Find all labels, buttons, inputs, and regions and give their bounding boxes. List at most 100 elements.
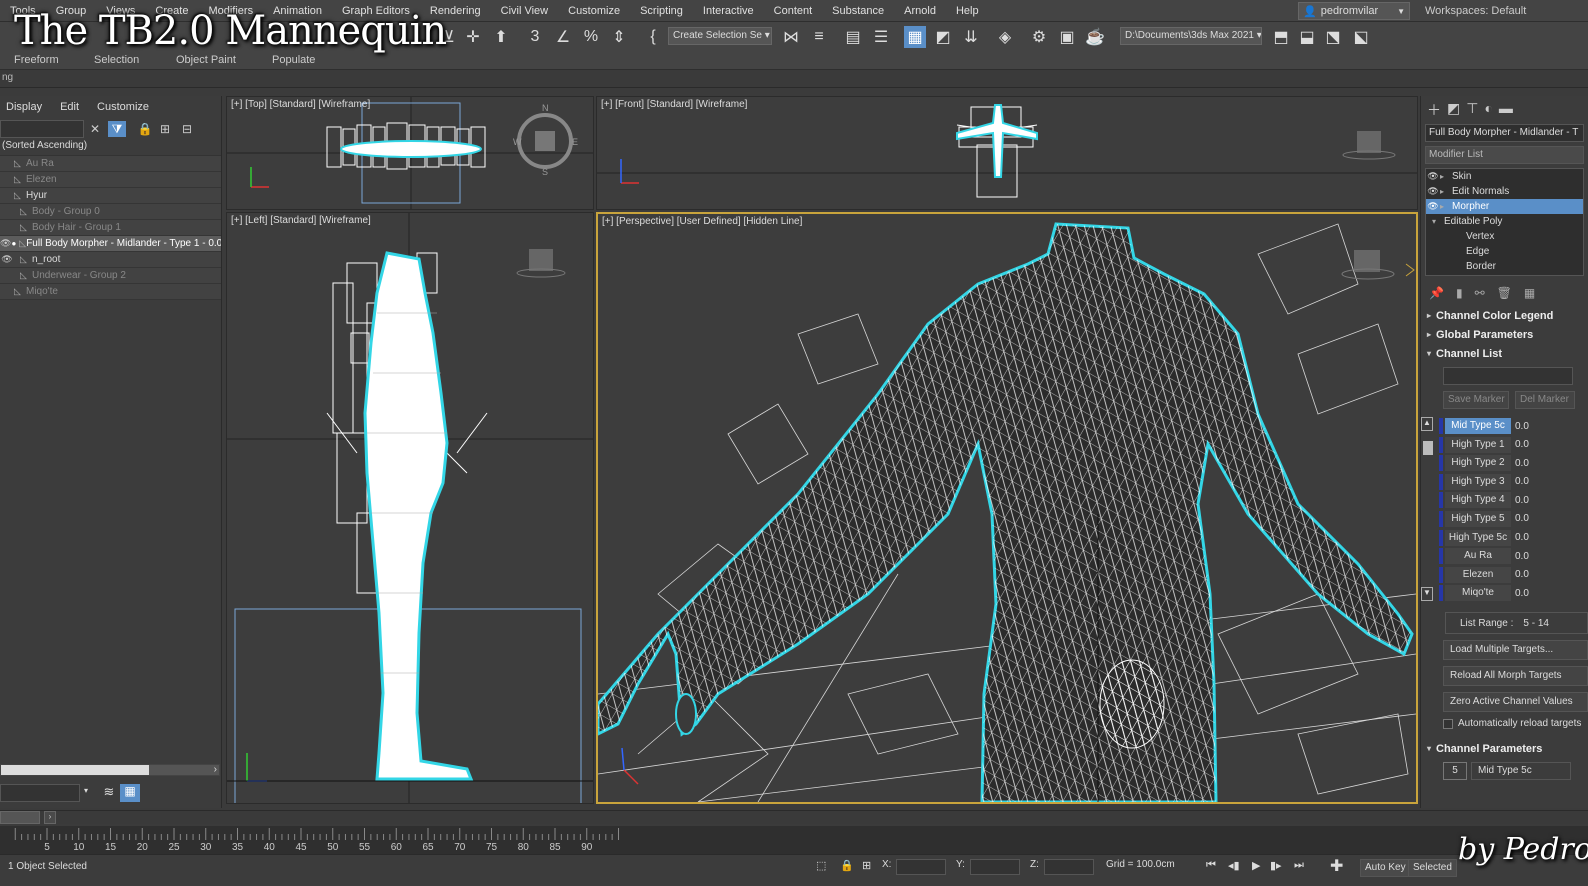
clear-search-icon[interactable]: ✕	[86, 121, 104, 137]
snaps-3d-icon[interactable]: 3	[524, 26, 546, 48]
render-production-icon[interactable]: ☕	[1084, 26, 1106, 48]
layer-explorer-icon[interactable]: ≋	[100, 784, 118, 802]
expand-icon[interactable]: ▸	[1440, 172, 1452, 181]
menu-interactive[interactable]: Interactive	[693, 5, 764, 17]
filter-icon[interactable]: ⧩	[108, 121, 126, 137]
morph-channel-value[interactable]: 0.0	[1513, 569, 1543, 580]
modifier-stack-item[interactable]: Border	[1426, 259, 1583, 274]
absolute-mode-icon[interactable]: ⊞	[862, 859, 871, 872]
morph-channel-row[interactable]: High Type 1 0.0	[1439, 436, 1588, 454]
morph-channel-value[interactable]: 0.0	[1513, 495, 1543, 506]
morph-channel-row[interactable]: Elezen 0.0	[1439, 566, 1588, 584]
selection-lock-icon[interactable]: 🔒	[840, 859, 854, 872]
motion-tab-icon[interactable]: ◐	[1484, 100, 1492, 118]
morph-channel-button[interactable]: High Type 5	[1445, 510, 1511, 527]
chevron-right-icon[interactable]: ›	[214, 764, 217, 775]
workspace-selector[interactable]: Workspaces: Default	[1425, 5, 1526, 17]
time-slider[interactable]: ›	[0, 810, 1588, 824]
morph-channel-row[interactable]: High Type 3 0.0	[1439, 473, 1588, 491]
modifier-visibility-icon[interactable]: 👁	[1426, 186, 1440, 197]
import-icon[interactable]: ⬔	[1322, 26, 1344, 48]
menu-rendering[interactable]: Rendering	[420, 5, 491, 17]
modifier-stack-item[interactable]: 👁 ▸ Morpher	[1426, 199, 1583, 214]
display-tab-icon[interactable]: ▬	[1499, 100, 1513, 118]
spinner-snap-icon[interactable]: ⇕	[608, 26, 630, 48]
morph-channel-row[interactable]: Au Ra 0.0	[1439, 547, 1588, 565]
material-editor-icon[interactable]: ◈	[994, 26, 1016, 48]
rollout-global-parameters[interactable]: ▸ Global Parameters	[1421, 325, 1588, 344]
chevron-right-icon[interactable]: ›	[44, 811, 56, 824]
modifier-stack-item[interactable]: 👁 ▸ Skin	[1426, 169, 1583, 184]
scrollbar-thumb[interactable]	[1, 765, 149, 775]
load-multiple-targets-button[interactable]: Load Multiple Targets...	[1443, 640, 1588, 661]
explorer-row[interactable]: ◺ Elezen	[0, 172, 221, 188]
morph-channel-button[interactable]: High Type 5c	[1445, 529, 1511, 546]
modifier-list-dropdown[interactable]: Modifier List	[1425, 146, 1584, 164]
channel-name-field[interactable]: Mid Type 5c	[1471, 762, 1571, 781]
morph-channel-value[interactable]: 0.0	[1513, 476, 1543, 487]
checkbox-box[interactable]	[1443, 718, 1453, 729]
viewport-front[interactable]: [+] [Front] [Standard] [Wireframe]	[596, 96, 1418, 210]
align-icon[interactable]: ≡	[808, 26, 830, 48]
auto-key-button[interactable]: Auto Key	[1360, 859, 1411, 877]
rollout-channel-parameters[interactable]: ▾ Channel Parameters	[1421, 739, 1588, 758]
edit-named-selection-icon[interactable]: {	[642, 26, 664, 48]
explorer-row[interactable]: ◺ Miqo'te	[0, 284, 221, 300]
menu-animation[interactable]: Animation	[263, 5, 332, 17]
trackbar[interactable]: 5 10 15 20 25 30 35 40 45 50 55 60 65 70 75 80 85 90	[0, 826, 1588, 854]
delete-marker-button[interactable]: Del Marker	[1515, 391, 1575, 409]
menu-content[interactable]: Content	[764, 5, 823, 17]
visibility-eye-icon[interactable]: 👁	[0, 238, 11, 249]
morph-channel-button[interactable]: High Type 3	[1445, 473, 1511, 490]
auto-reload-checkbox[interactable]: Automatically reload targets	[1443, 718, 1588, 729]
render-setup-icon[interactable]: ⚙	[1028, 26, 1050, 48]
morph-channel-button[interactable]: Mid Type 5c	[1445, 418, 1511, 434]
modifier-stack-item[interactable]: Edge	[1426, 244, 1583, 259]
morph-channel-button[interactable]: High Type 1	[1445, 436, 1511, 453]
modifier-visibility-icon[interactable]: 👁	[1426, 201, 1440, 212]
mirror-icon[interactable]: ⋈	[780, 26, 802, 48]
marker-name-field[interactable]	[1443, 367, 1573, 385]
viewport-top[interactable]: [+] [Top] [Standard] [Wireframe] N W E S	[226, 96, 594, 210]
viewport-perspective[interactable]: [+] [Perspective] [User Defined] [Hidden…	[596, 212, 1418, 804]
menu-create[interactable]: Create	[145, 5, 198, 17]
morph-channel-value[interactable]: 0.0	[1513, 439, 1543, 450]
selection-set-dropdown[interactable]: Create Selection Se ▾	[668, 27, 772, 45]
menu-help[interactable]: Help	[946, 5, 989, 17]
schematic-view-icon[interactable]: ⇊	[960, 26, 982, 48]
ribbon-tab-selection[interactable]: Selection	[94, 54, 139, 66]
ribbon-tab-populate[interactable]: Populate	[272, 54, 315, 66]
modifier-stack-item[interactable]: ▾ Editable Poly	[1426, 214, 1583, 229]
pin-stack-icon[interactable]: 📌	[1429, 286, 1444, 300]
explorer-row[interactable]: ◺ Body Hair - Group 1	[0, 220, 221, 236]
morph-channel-row[interactable]: High Type 5 0.0	[1439, 510, 1588, 528]
snap-toggle-icon[interactable]: ⊻	[438, 26, 460, 48]
morph-channel-value[interactable]: 0.0	[1513, 513, 1543, 524]
channel-scrollbar-thumb[interactable]	[1423, 441, 1433, 455]
menu-scripting[interactable]: Scripting	[630, 5, 693, 17]
scene-explorer-mode-icon[interactable]: ▦	[120, 784, 140, 802]
explorer-row[interactable]: 👁 ◺ n_root	[0, 252, 221, 268]
ribbon-tab-object-paint[interactable]: Object Paint	[176, 54, 236, 66]
rendered-frame-icon[interactable]: ▣	[1056, 26, 1078, 48]
lock-icon[interactable]: 🔒	[136, 121, 154, 137]
modifier-stack-item[interactable]: Vertex	[1426, 229, 1583, 244]
y-coord-field[interactable]	[970, 859, 1020, 875]
hierarchy-tab-icon[interactable]: ⊤	[1466, 100, 1478, 118]
rollout-channel-list[interactable]: ▾ Channel List	[1421, 344, 1588, 363]
menu-modifiers[interactable]: Modifiers	[198, 5, 263, 17]
menu-customize[interactable]: Customize	[558, 5, 630, 17]
chevron-down-icon[interactable]: ▾	[84, 786, 88, 795]
explorer-row[interactable]: ◺ Au Ra	[0, 156, 221, 172]
morph-channel-row[interactable]: Miqo'te 0.0	[1439, 584, 1588, 602]
layer-manager-icon[interactable]: ▤	[842, 26, 864, 48]
open-icon[interactable]: ⬓	[1296, 26, 1318, 48]
morph-channel-button[interactable]: High Type 2	[1445, 455, 1511, 472]
expand-icon[interactable]: ▸	[1440, 202, 1452, 211]
explorer-menu-customize[interactable]: Customize	[97, 101, 149, 113]
project-folder-icon[interactable]: ⬒	[1270, 26, 1292, 48]
ribbon-tab-freeform[interactable]: Freeform	[14, 54, 59, 66]
morph-channel-row[interactable]: High Type 4 0.0	[1439, 491, 1588, 509]
curve-editor-icon[interactable]: ◩	[932, 26, 954, 48]
play-icon[interactable]: ▶	[1252, 859, 1260, 872]
